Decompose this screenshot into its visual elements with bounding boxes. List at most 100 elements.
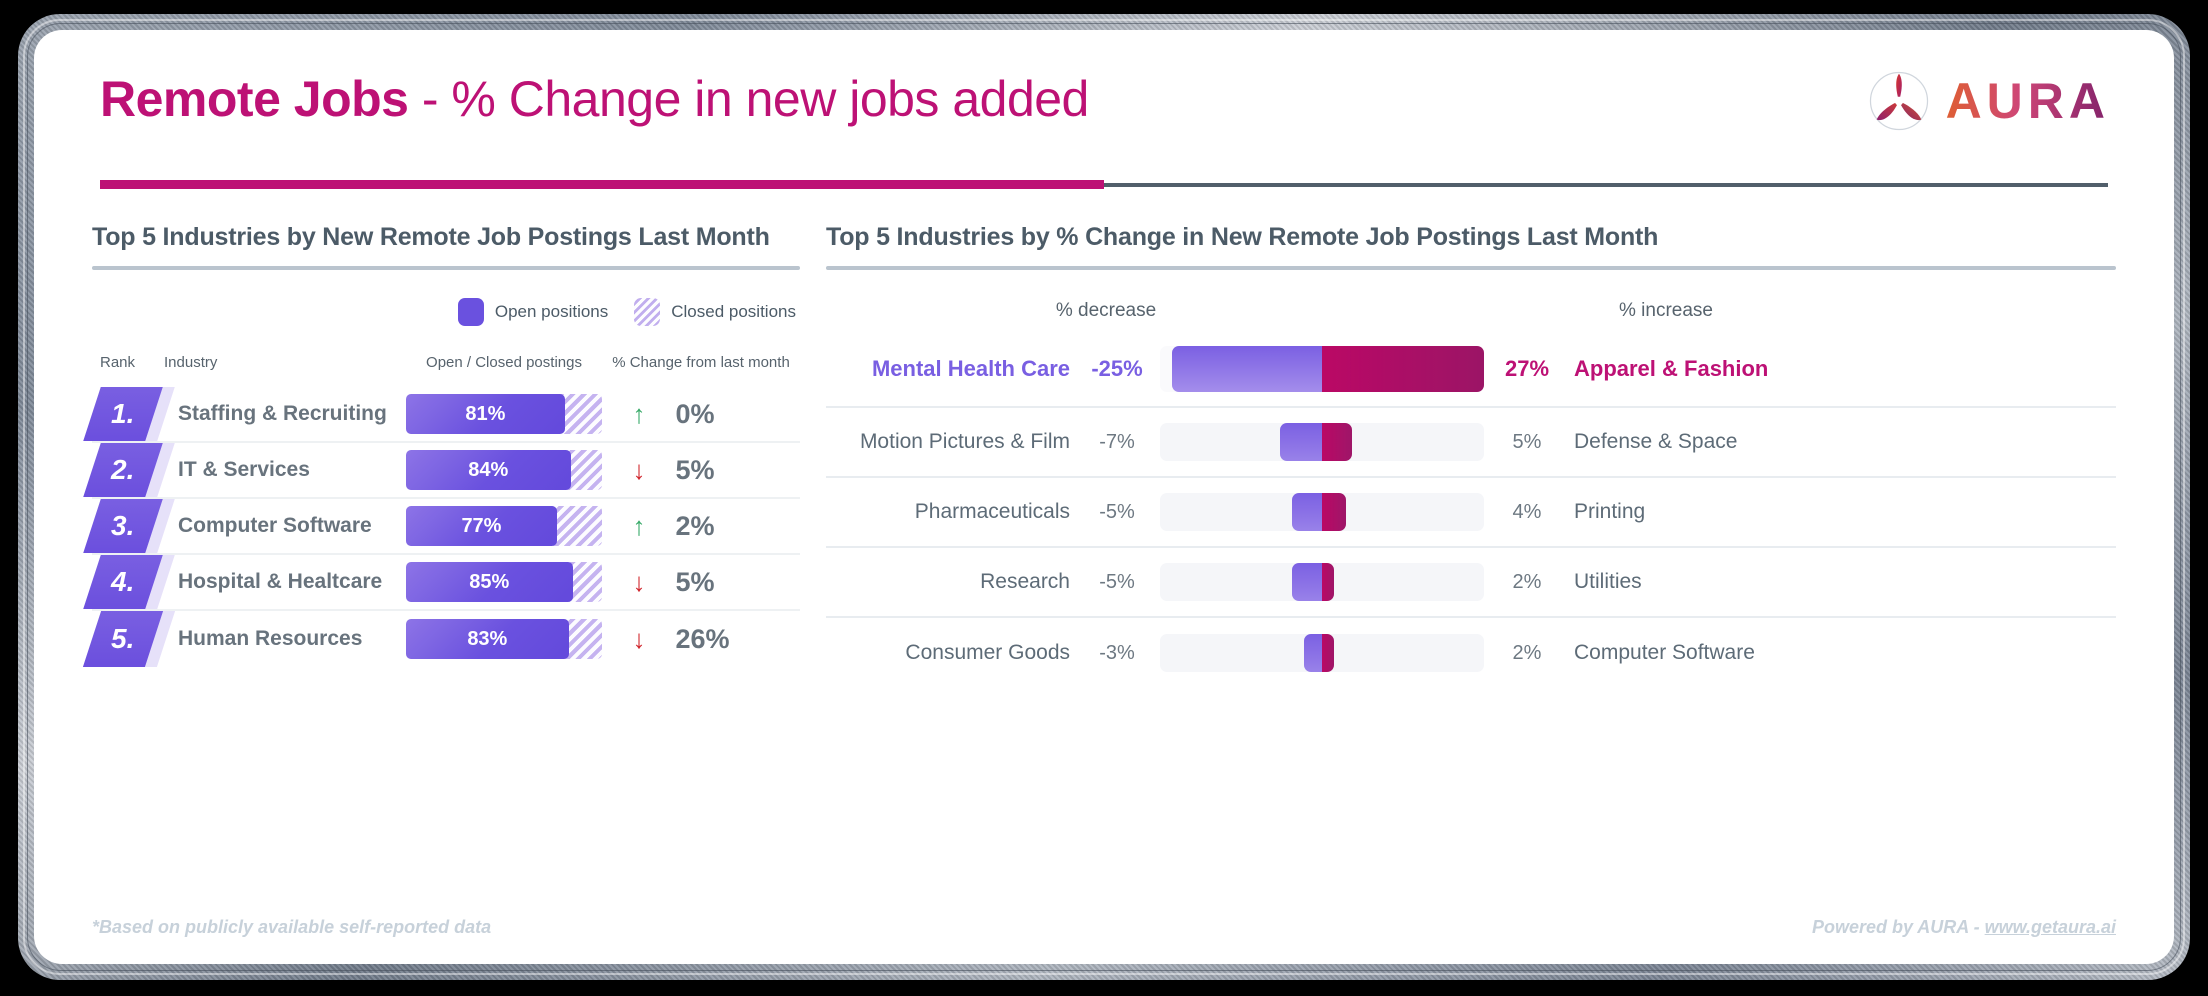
decrease-category-label: Motion Pictures & Film <box>859 430 1070 454</box>
legend-label-open: Open positions <box>494 302 609 321</box>
postings-bar: 77% <box>406 506 602 546</box>
postings-bar: 84% <box>406 450 602 490</box>
legend-item-closed: Closed positions <box>634 298 796 326</box>
legend-label-closed: Closed positions <box>671 302 796 321</box>
industry-name: Staffing & Recruiting <box>178 402 387 425</box>
increase-bar-fill <box>1322 563 1334 601</box>
column-header-industry: Industry <box>164 354 218 371</box>
industry-name: IT & Services <box>178 458 310 481</box>
footer-powered-prefix: Powered by AURA - <box>1811 917 1985 937</box>
rank-label: 5. <box>111 623 135 654</box>
diverging-bar <box>1160 634 1484 672</box>
header-divider <box>100 180 2108 189</box>
rank-cell: 2. <box>83 443 175 497</box>
increase-bar-fill <box>1322 493 1346 531</box>
decrease-value: -7% <box>1099 430 1135 453</box>
postings-bar: 81% <box>406 394 602 434</box>
open-positions-value: 81% <box>465 402 506 425</box>
increase-category-label: Utilities <box>1574 570 1642 593</box>
decrease-category-label: Pharmaceuticals <box>914 500 1070 524</box>
open-positions-fill: 85% <box>406 562 573 602</box>
footer-note: *Based on publicly available self-report… <box>92 917 492 937</box>
decrease-bar-fill <box>1280 423 1322 461</box>
change-value: 5% <box>675 454 715 485</box>
header-divider-grey <box>1104 182 2108 187</box>
table-row: 5. Human Resources 83% ↓ 26% <box>82 611 800 667</box>
column-header-change: % Change from last month <box>612 354 790 371</box>
open-positions-fill: 77% <box>406 506 557 546</box>
diverging-bar <box>1160 423 1484 461</box>
decrease-category-label: Mental Health Care <box>871 355 1070 381</box>
change-cell: ↑ 2% <box>602 511 800 542</box>
footer-powered-by: Powered by AURA - www.getaura.ai <box>1812 917 2116 938</box>
header-divider-pink <box>100 180 1104 189</box>
open-positions-fill: 81% <box>406 394 565 434</box>
industry-name: Human Resources <box>178 627 363 650</box>
decrease-bar-fill <box>1172 346 1322 392</box>
aura-wordmark: AURA <box>1945 73 2110 129</box>
poster-frame: Remote Jobs - % Change in new jobs added <box>18 14 2190 980</box>
diverging-row: Mental Health Care -25% 27% Apparel & Fashi… <box>826 332 2116 408</box>
change-cell: ↓ 5% <box>602 567 800 598</box>
page-title-strong: Remote Jobs <box>100 71 409 127</box>
increase-bar-fill <box>1322 423 1352 461</box>
industry-name: Computer Software <box>178 514 372 537</box>
decrease-category-label: Research <box>980 570 1070 594</box>
left-panel: Top 5 Industries by New Remote Job Posti… <box>82 223 800 688</box>
poster-card: Remote Jobs - % Change in new jobs added <box>34 30 2174 964</box>
change-cell: ↓ 5% <box>602 455 800 486</box>
open-positions-fill: 84% <box>406 450 571 490</box>
diverging-bar <box>1160 346 1484 392</box>
decrease-value: -5% <box>1099 570 1135 593</box>
open-positions-value: 85% <box>469 570 510 593</box>
table-row: 2. IT & Services 84% ↓ 5% <box>83 443 800 499</box>
diverging-bar <box>1160 563 1484 601</box>
decrease-bar-fill <box>1304 634 1322 672</box>
page-title: Remote Jobs - % Change in new jobs added <box>100 70 1089 128</box>
aura-website-link[interactable]: www.getaura.ai <box>1985 917 2116 937</box>
industry-table: 1. Staffing & Recruiting 81% ↑ 0% 2. IT & Serv… <box>82 387 800 667</box>
postings-bar: 85% <box>406 562 602 602</box>
increase-category-label: Printing <box>1574 500 1646 523</box>
rank-label: 3. <box>111 510 135 541</box>
right-panel: Top 5 Industries by % Change in New Remo… <box>800 223 2116 688</box>
increase-value: 2% <box>1512 570 1542 593</box>
open-positions-swatch-icon <box>457 298 484 326</box>
closed-positions-swatch-icon <box>634 298 661 326</box>
aura-logo[interactable]: AURA <box>1868 70 2110 132</box>
change-value: 2% <box>675 510 715 541</box>
change-value: 5% <box>675 566 715 597</box>
arrow-up-icon: ↑ <box>632 399 646 429</box>
diverging-row: Motion Pictures & Film -7% 5% Defense & Spa… <box>826 408 2116 478</box>
increase-value: 5% <box>1512 430 1542 453</box>
diverging-bar <box>1160 493 1484 531</box>
decrease-category-label: Consumer Goods <box>905 641 1070 665</box>
increase-value: 27% <box>1504 356 1550 381</box>
table-row: 3. Computer Software 77% ↑ 2% <box>83 499 800 555</box>
column-header-rank: Rank <box>100 354 136 371</box>
legend-item-open: Open positions <box>457 298 609 326</box>
open-positions-value: 77% <box>461 514 502 537</box>
arrow-down-icon: ↓ <box>632 624 646 654</box>
arrow-down-icon: ↓ <box>632 567 646 597</box>
change-cell: ↓ 26% <box>602 624 800 655</box>
content-body: Top 5 Industries by New Remote Job Posti… <box>82 223 2116 688</box>
industry-name: Hospital & Healtcare <box>178 570 383 593</box>
diverging-chart: Mental Health Care -25% 27% Apparel & Fashi… <box>826 332 2116 688</box>
diverging-row: Research -5% 2% Utilities <box>826 548 2116 618</box>
change-value: 0% <box>675 398 715 429</box>
decrease-value: -25% <box>1091 356 1143 381</box>
postings-bar: 83% <box>406 619 602 659</box>
increase-category-label: Defense & Space <box>1574 430 1738 453</box>
diverging-row: Consumer Goods -3% 2% Computer Software <box>826 618 2116 688</box>
increase-bar-fill <box>1322 634 1334 672</box>
increase-axis-label: % increase <box>1619 300 1713 321</box>
decrease-value: -5% <box>1099 500 1135 523</box>
rank-label: 1. <box>111 398 135 429</box>
right-panel-title: Top 5 Industries by % Change in New Remo… <box>826 223 1659 251</box>
rank-label: 4. <box>111 566 135 597</box>
rank-cell: 3. <box>83 499 175 553</box>
table-header-row: Rank Industry Open / Closed postings % C… <box>92 354 800 371</box>
decrease-value: -3% <box>1099 641 1135 664</box>
open-positions-value: 84% <box>468 458 509 481</box>
